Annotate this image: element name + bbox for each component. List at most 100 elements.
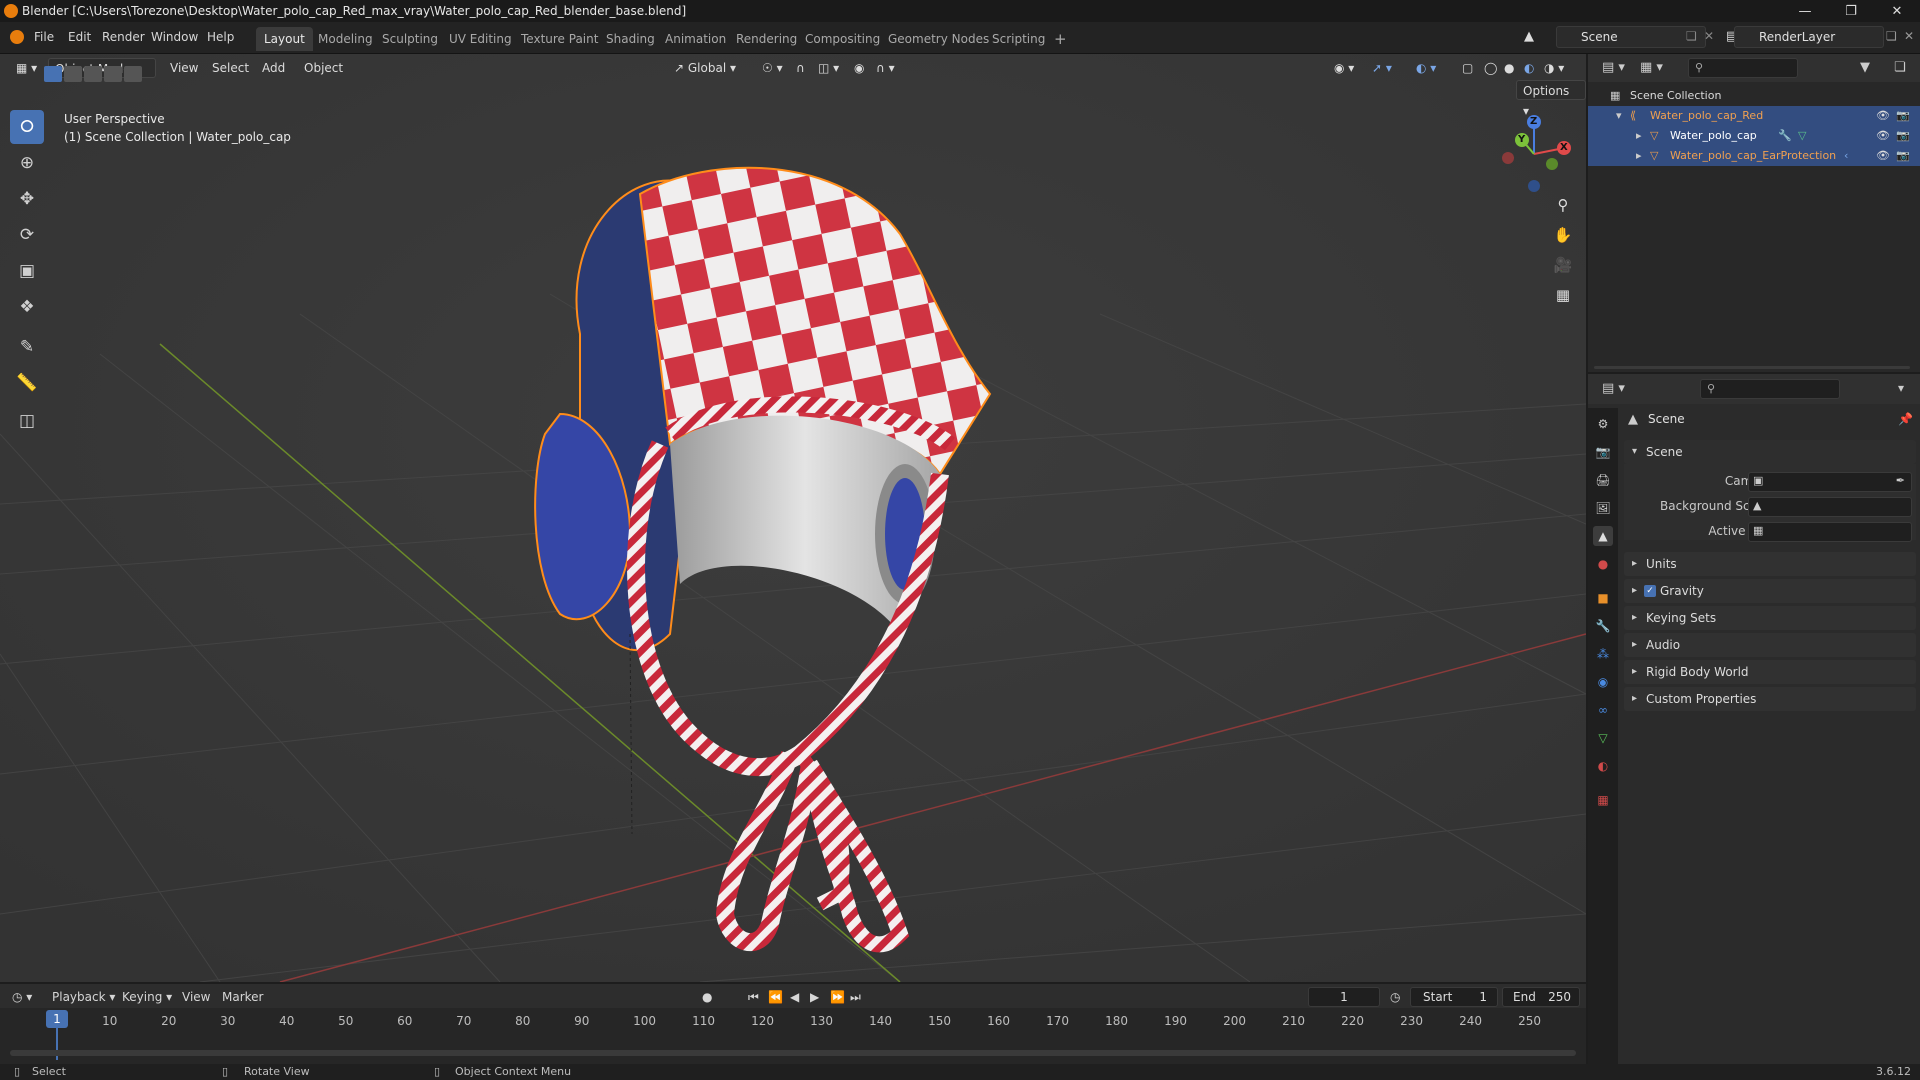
pan-hand-icon[interactable]: ✋ (1550, 222, 1576, 248)
rotate-tool-icon[interactable]: ⟳ (10, 218, 44, 252)
outliner-search-input[interactable]: ⚲ (1688, 58, 1798, 78)
playhead-indicator[interactable]: 1 (46, 1010, 68, 1028)
restore-icon[interactable]: ❐ (1828, 0, 1874, 22)
outliner-scrollbar[interactable] (1594, 366, 1910, 369)
tab-geometry-nodes[interactable]: Geometry Nodes (880, 27, 997, 51)
menu-window[interactable]: Window (151, 30, 198, 44)
move-tool-icon[interactable]: ✥ (10, 182, 44, 216)
render-tab-icon[interactable]: 📷 (1593, 442, 1613, 462)
constraints-tab-icon[interactable]: ∞ (1593, 700, 1613, 720)
snap-target-icon[interactable]: ◫ ▾ (812, 58, 845, 78)
timeline-scrollbar[interactable] (10, 1050, 1576, 1056)
camera-view-icon[interactable]: 🎥 (1550, 252, 1576, 278)
material-tab-icon[interactable]: ◐ (1593, 756, 1613, 776)
transform-orientation[interactable]: ↗ Global ▾ (668, 58, 742, 78)
render-camera-icon[interactable]: 📷 (1896, 146, 1910, 166)
select-box-tool-icon[interactable]: ⭘ (10, 110, 44, 144)
panel-audio[interactable]: ▸ Audio (1624, 633, 1916, 657)
3d-viewport[interactable]: ▦ ▾ Object Mode ▾ View Select Add Object… (0, 54, 1586, 982)
transform-tool-icon[interactable]: ❖ (10, 290, 44, 324)
tool-tab-icon[interactable]: ⚙ (1593, 414, 1613, 434)
render-camera-icon[interactable]: 📷 (1896, 126, 1910, 146)
select-intersect-icon[interactable] (124, 66, 142, 82)
tab-scripting[interactable]: Scripting (984, 27, 1053, 51)
close-icon[interactable]: ✕ (1874, 0, 1920, 22)
gravity-checkbox[interactable]: ✓ (1644, 585, 1656, 597)
scale-tool-icon[interactable]: ▣ (10, 254, 44, 288)
properties-search-input[interactable]: ⚲ (1700, 379, 1840, 399)
delete-scene-icon[interactable]: ✕ (1704, 29, 1714, 43)
panel-keying-sets[interactable]: ▸ Keying Sets (1624, 606, 1916, 630)
display-mode-icon[interactable]: ▦ ▾ (1640, 60, 1663, 75)
options-button[interactable]: Options ▾ (1516, 80, 1586, 118)
physics-tab-icon[interactable]: ◉ (1593, 672, 1613, 692)
camera-field[interactable]: ▣ ✒ (1748, 472, 1912, 492)
zoom-icon[interactable]: ⚲ (1550, 192, 1576, 218)
viewport-menu-select[interactable]: Select (206, 58, 255, 78)
panel-custom-properties[interactable]: ▸ Custom Properties (1624, 687, 1916, 711)
water-polo-cap-model[interactable] (520, 114, 1010, 982)
menu-help[interactable]: Help (207, 30, 234, 44)
properties-editor-icon[interactable]: ▤ ▾ (1602, 381, 1625, 396)
panel-scene-header[interactable]: ▾ Scene (1624, 440, 1916, 464)
expand-chevron-icon[interactable]: ▸ (1636, 146, 1642, 166)
outliner-row-scene-collection[interactable]: ▦ Scene Collection (1588, 86, 1920, 106)
tab-rendering[interactable]: Rendering (728, 27, 805, 51)
particles-tab-icon[interactable]: ⁂ (1593, 644, 1613, 664)
view-layer-selector[interactable]: RenderLayer (1734, 26, 1884, 48)
overlay-toggle-icon[interactable]: ◐ ▾ (1410, 58, 1442, 78)
visibility-eye-icon[interactable]: 👁 (1876, 126, 1890, 146)
select-invert-icon[interactable] (104, 66, 122, 82)
output-tab-icon[interactable]: 🖨 (1593, 470, 1613, 490)
measure-tool-icon[interactable]: 📏 (10, 366, 44, 400)
data-tab-icon[interactable]: ▽ (1593, 728, 1613, 748)
expand-chevron-icon[interactable]: ▸ (1636, 126, 1642, 146)
outliner-row-ear-protection[interactable]: ▸ ▽ Water_polo_cap_EarProtection ‹ 👁 📷 (1588, 146, 1920, 166)
select-subtract-icon[interactable] (84, 66, 102, 82)
background-scene-field[interactable]: ▲ (1748, 497, 1912, 517)
xray-icon[interactable]: ▢ (1456, 58, 1479, 78)
scene-tab-icon[interactable]: ▲ (1593, 526, 1613, 546)
viewport-menu-view[interactable]: View (164, 58, 204, 78)
tab-compositing[interactable]: Compositing (797, 27, 888, 51)
cursor-tool-icon[interactable]: ⊕ (10, 146, 44, 180)
rendered-shading-icon[interactable]: ◑ ▾ (1538, 58, 1570, 78)
new-collection-icon[interactable]: ❏ (1894, 60, 1906, 75)
annotate-tool-icon[interactable]: ✎ (10, 330, 44, 364)
viewport-menu-object[interactable]: Object (298, 58, 349, 78)
snap-icon[interactable]: ∩ (790, 58, 811, 78)
visibility-eye-icon[interactable]: 👁 (1876, 106, 1890, 126)
falloff-icon[interactable]: ∩ ▾ (870, 58, 901, 78)
tab-animation[interactable]: Animation (657, 27, 734, 51)
outliner-editor-icon[interactable]: ▤ ▾ (1602, 60, 1625, 75)
tab-uv-editing[interactable]: UV Editing (441, 27, 520, 51)
select-new-icon[interactable] (44, 66, 62, 82)
orthographic-toggle-icon[interactable]: ▦ (1550, 282, 1576, 308)
scene-selector[interactable]: Scene (1556, 26, 1706, 48)
new-scene-icon[interactable]: ❏ (1686, 29, 1697, 43)
minimize-icon[interactable]: — (1782, 0, 1828, 22)
panel-units[interactable]: ▸ Units (1624, 552, 1916, 576)
texture-tab-icon[interactable]: ▦ (1593, 790, 1613, 810)
panel-gravity[interactable]: ▸ ✓ Gravity (1624, 579, 1916, 603)
add-workspace-icon[interactable]: + (1046, 27, 1075, 51)
filter-icon[interactable]: ▼ (1860, 60, 1870, 75)
menu-file[interactable]: File (34, 30, 54, 44)
add-cube-tool-icon[interactable]: ◫ (10, 404, 44, 438)
outliner-row-water-polo-cap-red[interactable]: ▾ ⟪ Water_polo_cap_Red 👁 📷 (1588, 106, 1920, 126)
gizmo-toggle-icon[interactable]: ➚ ▾ (1366, 58, 1398, 78)
tab-sculpting[interactable]: Sculpting (374, 27, 446, 51)
pivot-icon[interactable]: ☉ ▾ (756, 58, 789, 78)
modifier-tab-icon[interactable]: 🔧 (1593, 616, 1613, 636)
visibility-eye-icon[interactable]: 👁 (1876, 146, 1890, 166)
world-tab-icon[interactable]: ● (1593, 554, 1613, 574)
outliner-row-water-polo-cap[interactable]: ▸ ▽ Water_polo_cap 🔧 ▽ 👁 📷 (1588, 126, 1920, 146)
delete-view-layer-icon[interactable]: ✕ (1904, 29, 1914, 43)
select-extend-icon[interactable] (64, 66, 82, 82)
view-layer-tab-icon[interactable]: 🖼 (1593, 498, 1613, 518)
tab-texture-paint[interactable]: Texture Paint (513, 27, 606, 51)
object-tab-icon[interactable]: ■ (1593, 588, 1613, 608)
panel-rigid-body-world[interactable]: ▸ Rigid Body World (1624, 660, 1916, 684)
expand-chevron-icon[interactable]: ▾ (1616, 106, 1622, 126)
chevron-down-icon[interactable]: ▾ (1898, 381, 1904, 395)
